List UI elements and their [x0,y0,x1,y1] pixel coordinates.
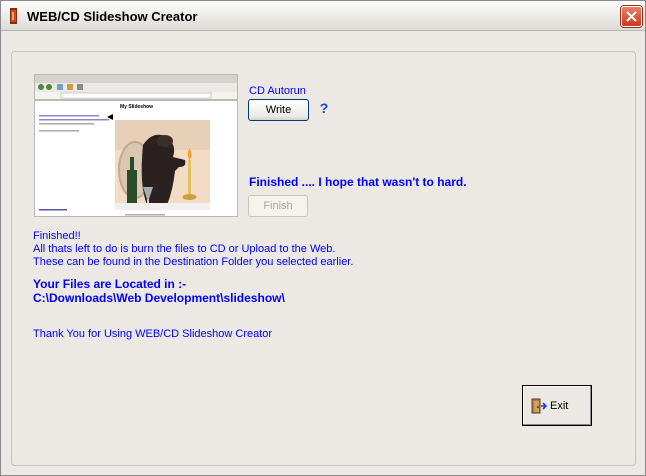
exit-button-label: Exit [550,400,569,412]
app-window: WEB/CD Slideshow Creator My Slideshow CD… [0,0,646,476]
finished-heading: Finished!! [33,230,81,242]
instructions-line-2: These can be found in the Destination Fo… [33,256,354,268]
write-button[interactable]: Write [248,99,309,121]
window-title: WEB/CD Slideshow Creator [27,9,198,24]
exit-button[interactable]: Exit [522,385,592,426]
cd-autorun-label: CD Autorun [249,85,306,97]
title-bar[interactable]: WEB/CD Slideshow Creator [1,1,645,31]
app-icon [10,8,17,24]
finished-message: Finished .... I hope that wasn't to hard… [249,175,467,189]
preview-title: My Slideshow [120,104,153,110]
thank-you-message: Thank You for Using WEB/CD Slideshow Cre… [33,328,273,340]
files-location-path: C:\Downloads\Web Development\slideshow\ [33,291,285,305]
exit-door-icon [531,398,547,414]
instructions-line-1: All thats left to do is burn the files t… [33,243,336,255]
slideshow-preview-image: My Slideshow [34,74,238,217]
finish-button[interactable]: Finish [248,195,308,217]
close-icon [626,11,637,22]
close-button[interactable] [621,6,642,27]
help-icon[interactable]: ? [317,100,331,116]
files-location-heading: Your Files are Located in :- [33,277,187,291]
